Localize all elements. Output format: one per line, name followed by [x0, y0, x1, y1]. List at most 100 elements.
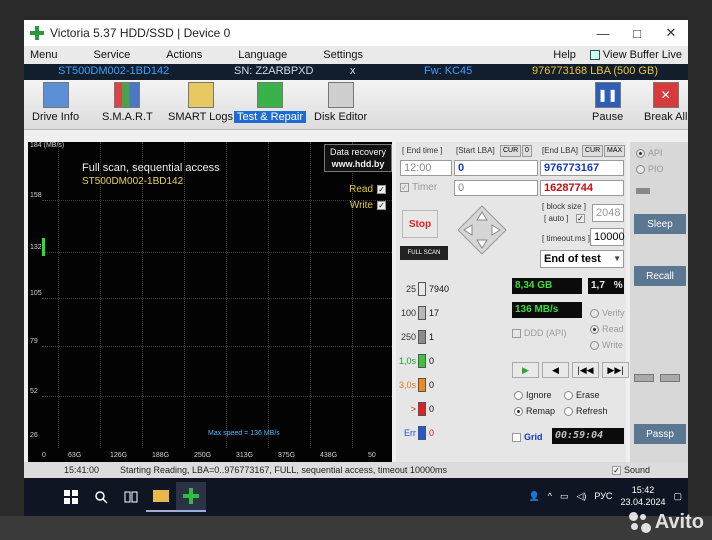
- start-lba-field[interactable]: 0: [454, 160, 538, 176]
- break-all-button[interactable]: ✕ Break All: [644, 82, 687, 128]
- verify-option[interactable]: Verify: [590, 308, 625, 318]
- grid-checkbox[interactable]: [512, 432, 521, 442]
- chevron-up-icon[interactable]: ^: [548, 491, 552, 501]
- grid-toggle[interactable]: Grid: [512, 432, 543, 442]
- timer-label: Timer: [412, 182, 438, 193]
- erase-option[interactable]: Erase: [564, 390, 600, 400]
- full-scan-button[interactable]: FULL SCAN: [400, 246, 448, 260]
- sound-checkbox[interactable]: ✓: [612, 465, 621, 475]
- skip-end-icon[interactable]: ▶▶|: [602, 362, 629, 378]
- end-action-select[interactable]: End of test ▼: [540, 250, 624, 268]
- api-label: API: [648, 148, 663, 158]
- end-lba-label: [End LBA]: [542, 146, 579, 155]
- timer-checkbox[interactable]: ✓: [400, 183, 409, 192]
- pio-radio[interactable]: [636, 164, 645, 174]
- tab-drive-info[interactable]: Drive Info: [32, 82, 79, 128]
- minimize-button[interactable]: —: [586, 20, 620, 46]
- write-label: Write: [349, 200, 373, 211]
- timer-field[interactable]: 0: [454, 180, 538, 196]
- monitor-bezel-right: [688, 0, 712, 540]
- end-max-button[interactable]: MAX: [604, 145, 626, 157]
- data-recovery-link[interactable]: Data recovery www.hdd.by: [324, 144, 392, 172]
- back-icon[interactable]: ◀: [542, 362, 569, 378]
- task-view-icon[interactable]: [116, 482, 146, 512]
- notifications-icon[interactable]: ▢: [673, 491, 682, 502]
- skip-back-icon[interactable]: |◀◀: [572, 362, 599, 378]
- clock-date: 23.04.2024: [620, 497, 666, 507]
- ignore-option[interactable]: Ignore: [514, 390, 552, 400]
- people-icon[interactable]: 👤: [529, 491, 540, 502]
- clock[interactable]: 15:42 23.04.2024: [620, 484, 665, 508]
- input-language[interactable]: РУС: [594, 491, 612, 501]
- scanned-gb: 8,34 GB: [512, 278, 582, 294]
- menu-service[interactable]: Service: [94, 49, 131, 61]
- auto-checkbox[interactable]: ✓: [576, 214, 585, 223]
- view-buffer-live-button[interactable]: View Buffer Live: [589, 49, 682, 61]
- maximize-button[interactable]: □: [620, 20, 654, 46]
- y-tick: 52: [30, 388, 38, 395]
- legend-swatch: [418, 402, 426, 416]
- pio-option[interactable]: PIO: [636, 164, 664, 174]
- remap-option[interactable]: Remap: [514, 406, 555, 416]
- read-option[interactable]: Read: [590, 324, 624, 334]
- play-icon[interactable]: ▶: [512, 362, 539, 378]
- device-close[interactable]: x: [350, 65, 356, 77]
- menu-language[interactable]: Language: [238, 49, 287, 61]
- erase-radio[interactable]: [564, 390, 573, 400]
- verify-radio[interactable]: [590, 308, 599, 318]
- timeout-select[interactable]: 10000: [590, 228, 625, 246]
- refresh-radio[interactable]: [564, 406, 573, 416]
- read-toggle[interactable]: Read ✓: [349, 184, 386, 195]
- remap-radio[interactable]: [514, 406, 523, 416]
- close-button[interactable]: ✕: [654, 20, 688, 46]
- file-explorer-icon[interactable]: [146, 482, 176, 512]
- api-option[interactable]: API: [636, 148, 663, 158]
- avito-text: Avito: [654, 511, 704, 533]
- legend-key: Err: [404, 428, 416, 438]
- pause-button[interactable]: ❚❚ Pause: [592, 82, 623, 128]
- menu-help[interactable]: Help: [553, 49, 576, 61]
- refresh-option[interactable]: Refresh: [564, 406, 608, 416]
- sound-toggle[interactable]: ✓ Sound: [612, 465, 650, 475]
- verify-label: Verify: [602, 308, 625, 318]
- read-option-label: Read: [602, 324, 624, 334]
- menu-actions[interactable]: Actions: [166, 49, 202, 61]
- tab-smart-logs[interactable]: SMART Logs: [168, 82, 233, 128]
- end-action-value: End of test: [544, 253, 601, 265]
- ddd-api-checkbox[interactable]: [512, 328, 521, 338]
- start-cur-button[interactable]: CUR: [500, 145, 522, 157]
- end-cur-button[interactable]: CUR: [582, 145, 604, 157]
- ddd-api-option[interactable]: DDD (API): [512, 328, 567, 338]
- start-zero-button[interactable]: 0: [522, 145, 532, 157]
- tab-smart[interactable]: S.M.A.R.T: [102, 82, 153, 128]
- menu-menu[interactable]: Menu: [30, 49, 58, 61]
- ignore-radio[interactable]: [514, 390, 523, 400]
- network-icon[interactable]: ▭: [560, 491, 569, 502]
- read-radio[interactable]: [590, 324, 599, 334]
- api-radio[interactable]: [636, 148, 645, 158]
- write-checkbox[interactable]: ✓: [377, 201, 386, 210]
- block-size-select[interactable]: 2048: [592, 204, 624, 222]
- menu-settings[interactable]: Settings: [323, 49, 363, 61]
- write-option[interactable]: Write: [590, 340, 623, 350]
- recall-button[interactable]: Recall: [634, 266, 686, 286]
- volume-icon[interactable]: ◁): [576, 491, 586, 502]
- windows-start-icon[interactable]: [56, 482, 86, 512]
- grid-line: [310, 142, 311, 448]
- end-time-field[interactable]: 12:00: [400, 160, 452, 176]
- end-lba-field[interactable]: 976773167: [540, 160, 624, 176]
- victoria-taskbar-icon[interactable]: [176, 482, 206, 512]
- timer-toggle[interactable]: ✓ Timer: [400, 182, 437, 193]
- stop-button[interactable]: Stop: [402, 210, 438, 238]
- passp-button[interactable]: Passp: [634, 424, 686, 444]
- write-radio[interactable]: [590, 340, 599, 350]
- navigation-dpad[interactable]: [456, 204, 508, 256]
- sleep-button[interactable]: Sleep: [634, 214, 686, 234]
- tab-test-repair[interactable]: Test & Repair: [234, 82, 307, 128]
- grid-line: [42, 298, 392, 299]
- search-icon[interactable]: [86, 482, 116, 512]
- write-toggle[interactable]: Write ✓: [350, 200, 386, 211]
- grid-line: [42, 200, 392, 201]
- read-checkbox[interactable]: ✓: [377, 185, 386, 194]
- tab-disk-editor[interactable]: Disk Editor: [314, 82, 367, 128]
